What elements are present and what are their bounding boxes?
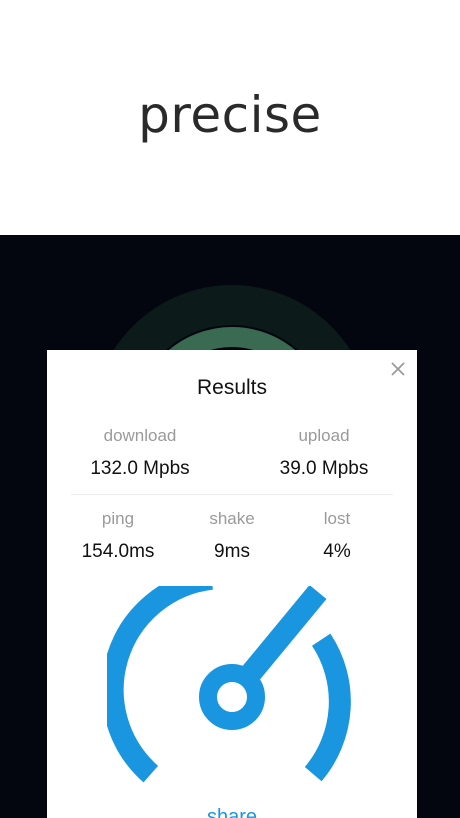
gauge-arc-right	[304, 633, 351, 782]
results-dialog: Results download 132.0 Mpbs upload 39.0 …	[47, 350, 417, 818]
gauge-arc-left	[107, 586, 214, 783]
lost-value: 4%	[323, 541, 351, 562]
headline: precise	[138, 86, 322, 144]
upload-stat: upload 39.0 Mpbs	[249, 426, 399, 480]
gauge-hub	[199, 664, 265, 730]
upload-label: upload	[298, 426, 350, 445]
ping-value: 154.0ms	[81, 541, 155, 562]
lost-stat: lost 4%	[292, 509, 382, 563]
ping-label: ping	[101, 509, 135, 528]
stats-divider	[71, 494, 393, 495]
download-stat: download 132.0 Mpbs	[65, 426, 215, 480]
lost-label: lost	[323, 509, 351, 528]
download-value: 132.0 Mpbs	[90, 458, 190, 479]
results-title: Results	[196, 376, 268, 399]
promo-header: precise	[0, 0, 460, 235]
share-button[interactable]: share	[47, 806, 417, 818]
upload-value: 39.0 Mpbs	[279, 458, 369, 479]
speedometer-icon	[107, 586, 351, 783]
gauge-needle	[233, 586, 327, 692]
shake-value: 9ms	[214, 541, 250, 562]
shake-stat: shake 9ms	[182, 509, 282, 563]
ping-stat: ping 154.0ms	[63, 509, 173, 563]
download-label: download	[103, 426, 177, 445]
shake-label: shake	[209, 509, 255, 528]
